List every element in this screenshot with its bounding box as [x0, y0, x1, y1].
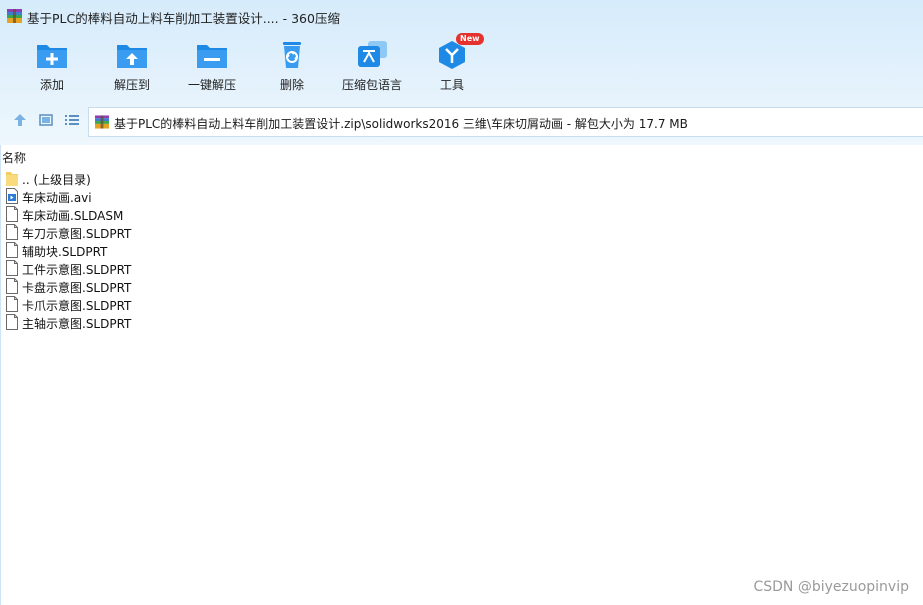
title-bar: 基于PLC的棒料自动上料车削加工装置设计.... - 360压缩 [0, 0, 923, 32]
list-item[interactable]: 工件示意图.SLDPRT [5, 259, 205, 277]
list-item-name: .. (上级目录) [22, 173, 91, 187]
list-item-name: 车床动画.avi [22, 191, 92, 205]
archive-language-label: 压缩包语言 [341, 78, 402, 92]
delete-label: 删除 [279, 78, 304, 92]
list-item-name: 车刀示意图.SLDPRT [22, 227, 132, 241]
list-item-name: 车床动画.SLDASM [22, 209, 124, 223]
arrow-up-icon[interactable] [12, 112, 28, 128]
tools-label: 工具 [439, 78, 464, 92]
tools-button[interactable]: New 工具 [410, 33, 494, 98]
column-header-name[interactable]: 名称 [2, 149, 26, 166]
thumbnail-view-icon[interactable] [38, 112, 54, 128]
list-item-name: 主轴示意图.SLDPRT [22, 317, 132, 331]
add-label: 添加 [39, 78, 64, 92]
add-button[interactable]: 添加 [10, 40, 94, 98]
list-view-icon[interactable] [64, 112, 80, 128]
delete-button[interactable]: 删除 [250, 40, 334, 98]
watermark: CSDN @biyezuopinvip [753, 579, 909, 595]
list-item[interactable]: .. (上级目录) [5, 169, 205, 187]
list-item-name: 卡盘示意图.SLDPRT [22, 281, 132, 295]
list-item[interactable]: 辅助块.SLDPRT [5, 241, 205, 259]
navigation-bar: 基于PLC的棒料自动上料车削加工装置设计.zip\solidworks2016 … [0, 104, 923, 140]
folder-upload-icon [117, 45, 147, 68]
address-bar[interactable]: 基于PLC的棒料自动上料车削加工装置设计.zip\solidworks2016 … [88, 107, 923, 137]
list-item-name: 辅助块.SLDPRT [22, 245, 108, 259]
maximize-button[interactable] [830, 0, 864, 14]
file-list: .. (上级目录) 车床动画.avi 车床动画.SLDASM 车刀示意图.SLD… [5, 169, 205, 331]
minimize-button[interactable] [760, 0, 794, 14]
trash-icon [283, 42, 301, 68]
list-item-name: 卡爪示意图.SLDPRT [22, 299, 132, 313]
one-click-extract-label: 一键解压 [187, 78, 236, 92]
list-item[interactable]: 车刀示意图.SLDPRT [5, 223, 205, 241]
list-item[interactable]: 卡盘示意图.SLDPRT [5, 277, 205, 295]
file-icon [6, 296, 18, 312]
archive-language-button[interactable]: 压缩包语言 [330, 40, 414, 98]
file-icon [6, 224, 18, 240]
top-chrome: 基于PLC的棒料自动上料车削加工装置设计.... - 360压缩 添加 解压到 [0, 0, 923, 145]
folder-icon [6, 172, 18, 186]
file-icon [6, 278, 18, 294]
winrar-archive-icon [7, 9, 22, 23]
window-title: 基于PLC的棒料自动上料车削加工装置设计.... - 360压缩 [27, 11, 340, 26]
video-file-icon [6, 188, 18, 204]
folder-plus-icon [37, 45, 67, 68]
extract-to-button[interactable]: 解压到 [90, 40, 174, 98]
list-item[interactable]: 主轴示意图.SLDPRT [5, 313, 205, 331]
address-path: 基于PLC的棒料自动上料车削加工装置设计.zip\solidworks2016 … [114, 117, 688, 131]
file-list-pane: 名称 .. (上级目录) 车床动画.avi 车床动画.SLDASM 车刀示意图.… [0, 145, 923, 605]
one-click-extract-button[interactable]: 一键解压 [170, 40, 254, 98]
file-icon [6, 314, 18, 330]
list-item-name: 工件示意图.SLDPRT [22, 263, 132, 277]
new-badge: New [456, 33, 484, 45]
extract-to-label: 解压到 [113, 78, 150, 92]
close-button[interactable] [889, 0, 923, 14]
translate-icon [358, 41, 387, 67]
list-item[interactable]: 车床动画.SLDASM [5, 205, 205, 223]
list-item[interactable]: 卡爪示意图.SLDPRT [5, 295, 205, 313]
main-toolbar: 添加 解压到 一键解压 删除 压缩包语言 New 工具 [0, 32, 923, 102]
folder-minus-icon [197, 45, 227, 68]
file-icon [6, 206, 18, 222]
list-item[interactable]: 车床动画.avi [5, 187, 205, 205]
file-icon [6, 242, 18, 258]
winrar-archive-icon [95, 115, 109, 129]
file-icon [6, 260, 18, 276]
